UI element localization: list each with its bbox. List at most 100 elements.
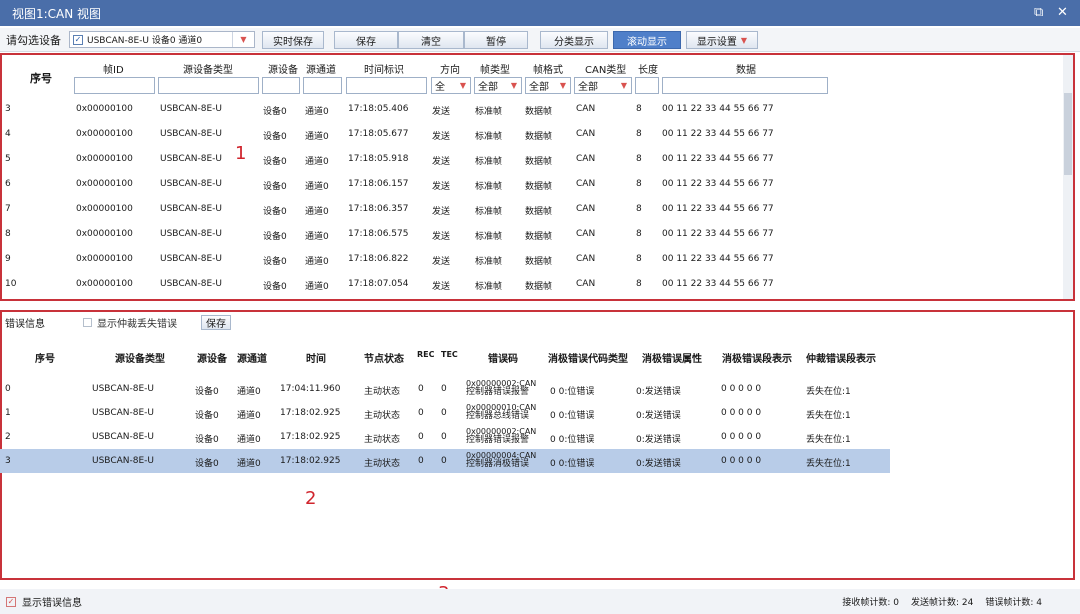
filter-direction-select[interactable]: 全 ▼ bbox=[431, 77, 471, 94]
display-settings-button[interactable]: 显示设置 ▼ bbox=[686, 31, 758, 49]
row-source-device: 设备0 bbox=[263, 232, 287, 242]
row-frame-type: 标准帧 bbox=[475, 182, 503, 192]
err-row-passive-attr: 0:发送错误 bbox=[636, 387, 681, 397]
err-row-arb-segment: 丢失在位:1 bbox=[806, 435, 851, 445]
save-button[interactable]: 保存 bbox=[334, 31, 398, 49]
err-row-passive-segment: 0 0 0 0 0 bbox=[721, 384, 762, 394]
device-checkbox[interactable]: ✓ bbox=[73, 34, 83, 45]
filter-data-input[interactable] bbox=[662, 77, 828, 94]
pause-button[interactable]: 暂停 bbox=[464, 31, 528, 49]
err-row-source-channel: 通道0 bbox=[237, 435, 261, 445]
chevron-down-icon: ▼ bbox=[559, 81, 566, 90]
table-row[interactable]: 2 USBCAN-8E-U 设备0 通道0 17:18:02.925 主动状态 0 0 0 0:… bbox=[0, 425, 890, 449]
row-frame-id: 0x00000100 bbox=[76, 179, 133, 189]
filter-timestamp-input[interactable] bbox=[346, 77, 427, 94]
row-index: 8 bbox=[5, 229, 11, 239]
row-source-device: 设备0 bbox=[263, 157, 287, 167]
err-row-tec: 0 bbox=[441, 432, 447, 442]
row-frame-format: 数据帧 bbox=[525, 282, 553, 292]
filter-frame-format-select[interactable]: 全部 ▼ bbox=[525, 77, 571, 94]
row-can-type: CAN bbox=[576, 154, 596, 164]
err-row-passive-attr: 0:发送错误 bbox=[636, 435, 681, 445]
row-timestamp: 17:18:06.575 bbox=[348, 229, 409, 239]
row-timestamp: 17:18:06.357 bbox=[348, 204, 409, 214]
row-direction: 发送 bbox=[432, 257, 451, 267]
err-row-source-device: 设备0 bbox=[195, 435, 219, 445]
err-row-rec: 0 bbox=[418, 408, 424, 418]
chevron-down-icon: ▼ bbox=[620, 81, 627, 90]
table-row[interactable]: 10 0x00000100 USBCAN-8E-U 设备0 通道0 17:18:07.05… bbox=[0, 272, 1062, 297]
row-can-type: CAN bbox=[576, 204, 596, 214]
table-row[interactable]: 4 0x00000100 USBCAN-8E-U 设备0 通道0 17:18:05.677… bbox=[0, 122, 1062, 147]
err-row-time: 17:18:02.925 bbox=[280, 432, 341, 442]
close-icon[interactable]: ✕ bbox=[1057, 5, 1068, 20]
err-col-passive-segment: 消极错误段表示 bbox=[722, 354, 792, 365]
filter-length-input[interactable] bbox=[635, 77, 659, 94]
chevron-down-icon: ▼ bbox=[459, 81, 466, 90]
row-frame-type: 标准帧 bbox=[475, 257, 503, 267]
filter-source-device-input[interactable] bbox=[262, 77, 300, 94]
table-row[interactable]: 9 0x00000100 USBCAN-8E-U 设备0 通道0 17:18:06.822… bbox=[0, 247, 1062, 272]
error-save-button[interactable]: 保存 bbox=[201, 314, 231, 330]
realtime-save-button[interactable]: 实时保存 bbox=[262, 31, 324, 49]
table-row[interactable]: 7 0x00000100 USBCAN-8E-U 设备0 通道0 17:18:06.357… bbox=[0, 197, 1062, 222]
status-bar: ✓ 显示错误信息 接收帧计数: 0 发送帧计数: 24 错误帧计数: 4 bbox=[0, 589, 1080, 614]
row-source-device: 设备0 bbox=[263, 282, 287, 292]
err-col-arb-segment: 仲裁错误段表示 bbox=[806, 354, 876, 365]
row-source-type: USBCAN-8E-U bbox=[160, 154, 222, 164]
show-error-info-checkbox[interactable]: ✓ bbox=[6, 596, 16, 607]
scrollbar-thumb[interactable] bbox=[1064, 93, 1072, 175]
row-can-type: CAN bbox=[576, 279, 596, 289]
row-source-channel: 通道0 bbox=[305, 207, 329, 217]
category-display-button[interactable]: 分类显示 bbox=[540, 31, 608, 49]
err-row-error-code-desc: 控制器错误报警 bbox=[466, 435, 530, 445]
err-row-index: 3 bbox=[5, 456, 11, 466]
err-row-passive-segment: 0 0 0 0 0 bbox=[721, 432, 762, 442]
table-row[interactable]: 5 0x00000100 USBCAN-8E-U 设备0 通道0 17:18:05.918… bbox=[0, 147, 1062, 172]
toolbar: 请勾选设备 ✓ USBCAN-8E-U 设备0 通道0 ▼ 实时保存 保存 清空… bbox=[0, 28, 1080, 52]
col-source-device: 源设备 bbox=[268, 65, 298, 76]
table-row[interactable]: 8 0x00000100 USBCAN-8E-U 设备0 通道0 17:18:06.575… bbox=[0, 222, 1062, 247]
filter-source-channel-input[interactable] bbox=[303, 77, 342, 94]
row-can-type: CAN bbox=[576, 229, 596, 239]
filter-frame-id-input[interactable] bbox=[74, 77, 155, 94]
table-row[interactable]: 3 USBCAN-8E-U 设备0 通道0 17:18:02.925 主动状态 0 0 0 0:… bbox=[0, 449, 890, 473]
device-select-value: USBCAN-8E-U 设备0 通道0 bbox=[87, 36, 203, 46]
err-col-passive-attr: 消极错误属性 bbox=[642, 354, 702, 365]
err-row-passive-code-type: 0 0:位错误 bbox=[550, 387, 595, 397]
err-row-source-channel: 通道0 bbox=[237, 459, 261, 469]
row-frame-format: 数据帧 bbox=[525, 157, 553, 167]
err-row-passive-attr: 0:发送错误 bbox=[636, 411, 681, 421]
table-row[interactable]: 3 0x00000100 USBCAN-8E-U 设备0 通道0 17:18:05.406… bbox=[0, 97, 1062, 122]
table-row[interactable]: 6 0x00000100 USBCAN-8E-U 设备0 通道0 17:18:06.157… bbox=[0, 172, 1062, 197]
frame-table-scrollbar[interactable] bbox=[1063, 53, 1073, 301]
show-arb-loss-option[interactable]: 显示仲裁丢失错误 bbox=[83, 315, 177, 330]
row-source-type: USBCAN-8E-U bbox=[160, 204, 222, 214]
chevron-down-icon: ▼ bbox=[740, 35, 748, 45]
scroll-display-button[interactable]: 滚动显示 bbox=[613, 31, 681, 49]
err-row-source-device: 设备0 bbox=[195, 387, 219, 397]
filter-frame-type-select[interactable]: 全部 ▼ bbox=[474, 77, 522, 94]
chevron-down-icon[interactable]: ▼ bbox=[232, 32, 254, 47]
row-source-type: USBCAN-8E-U bbox=[160, 104, 222, 114]
row-frame-id: 0x00000100 bbox=[76, 154, 133, 164]
err-row-source-type: USBCAN-8E-U bbox=[92, 432, 154, 442]
table-row[interactable]: 1 USBCAN-8E-U 设备0 通道0 17:18:02.925 主动状态 0 0 0 0:… bbox=[0, 401, 890, 425]
row-frame-format: 数据帧 bbox=[525, 257, 553, 267]
err-row-tec: 0 bbox=[441, 384, 447, 394]
clear-button[interactable]: 清空 bbox=[398, 31, 464, 49]
col-data: 数据 bbox=[736, 65, 756, 76]
row-source-channel: 通道0 bbox=[305, 282, 329, 292]
err-row-passive-code-type: 0 0:位错误 bbox=[550, 459, 595, 469]
filter-source-type-input[interactable] bbox=[158, 77, 259, 94]
row-timestamp: 17:18:05.406 bbox=[348, 104, 409, 114]
table-row[interactable]: 0 USBCAN-8E-U 设备0 通道0 17:04:11.960 主动状态 0 0 0 0:… bbox=[0, 377, 890, 401]
restore-icon[interactable]: ⧉ bbox=[1034, 5, 1043, 20]
err-row-source-channel: 通道0 bbox=[237, 387, 261, 397]
device-select[interactable]: ✓ USBCAN-8E-U 设备0 通道0 ▼ bbox=[69, 31, 255, 48]
show-arb-loss-checkbox[interactable] bbox=[83, 317, 92, 327]
filter-can-type-select[interactable]: 全部 ▼ bbox=[574, 77, 632, 94]
err-row-node-state: 主动状态 bbox=[364, 387, 401, 397]
row-direction: 发送 bbox=[432, 107, 451, 117]
row-index: 3 bbox=[5, 104, 11, 114]
